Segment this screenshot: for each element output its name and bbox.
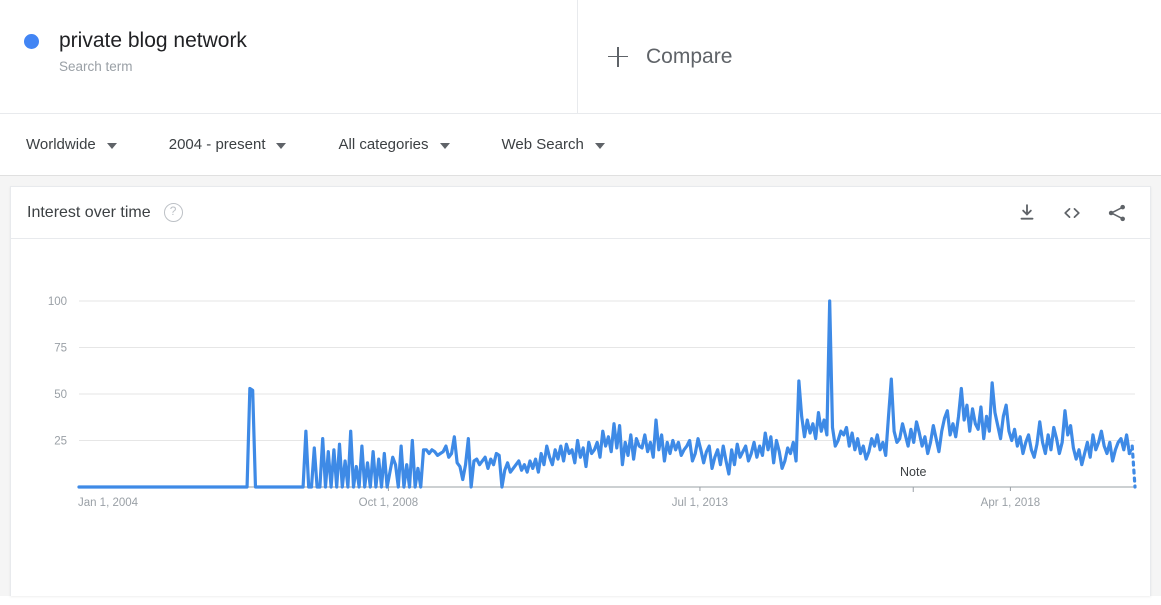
search-term-bar: private blog network Search term Compare xyxy=(0,0,1161,114)
y-axis-tick-label: 75 xyxy=(54,343,67,355)
filter-search-type-label: Web Search xyxy=(501,135,584,153)
card-actions xyxy=(1016,202,1128,224)
page-body: Interest over time ? 25 50 75 100 Jan 1,… xyxy=(0,176,1161,596)
interest-over-time-chart[interactable]: 25 50 75 100 Jan 1, 2004 Oct 1, 2008 Jul 1, 20… xyxy=(11,239,1150,605)
compare-button[interactable]: Compare xyxy=(578,0,1161,113)
chevron-down-icon xyxy=(594,142,605,149)
card-header: Interest over time ? xyxy=(11,187,1150,239)
interest-over-time-card: Interest over time ? 25 50 75 100 Jan 1,… xyxy=(10,186,1151,596)
filter-bar: Worldwide 2004 - present All categories … xyxy=(0,114,1161,176)
card-title: Interest over time xyxy=(27,203,151,221)
share-icon[interactable] xyxy=(1106,202,1128,224)
x-axis-tick-label: Jul 1, 2013 xyxy=(672,497,728,509)
x-axis-tick-label: Oct 1, 2008 xyxy=(359,497,418,509)
chart-svg: 25 50 75 100 Jan 1, 2004 Oct 1, 2008 Jul 1, 20… xyxy=(48,296,1137,509)
filter-location-label: Worldwide xyxy=(26,135,96,153)
search-term-title: private blog network xyxy=(59,29,247,52)
filter-category-label: All categories xyxy=(338,135,429,153)
filter-search-type[interactable]: Web Search xyxy=(502,135,605,155)
y-axis-tick-label: 50 xyxy=(54,389,67,401)
trend-line-partial xyxy=(1127,445,1137,489)
filter-category[interactable]: All categories xyxy=(338,135,450,155)
note-annotation-label[interactable]: Note xyxy=(900,465,926,479)
help-circle-icon[interactable]: ? xyxy=(163,203,183,222)
series-color-dot xyxy=(24,34,39,49)
plus-icon xyxy=(608,46,628,67)
filter-location[interactable]: Worldwide xyxy=(26,135,117,155)
chevron-down-icon xyxy=(439,142,450,149)
download-icon[interactable] xyxy=(1016,202,1038,224)
y-axis-tick-label: 25 xyxy=(54,436,67,448)
chevron-down-icon xyxy=(106,142,117,149)
search-term-texts: private blog network Search term xyxy=(59,28,247,76)
embed-code-icon[interactable] xyxy=(1061,202,1083,224)
chevron-down-icon xyxy=(276,142,287,149)
compare-label: Compare xyxy=(646,44,733,68)
search-term-subtitle: Search term xyxy=(59,59,133,74)
x-axis-tick-label: Apr 1, 2018 xyxy=(981,497,1040,509)
x-axis-tick-label: Jan 1, 2004 xyxy=(78,497,139,509)
search-term-card[interactable]: private blog network Search term xyxy=(0,0,578,113)
filter-time-range-label: 2004 - present xyxy=(168,135,266,153)
y-axis-tick-label: 100 xyxy=(48,296,67,308)
filter-time-range[interactable]: 2004 - present xyxy=(169,135,287,155)
